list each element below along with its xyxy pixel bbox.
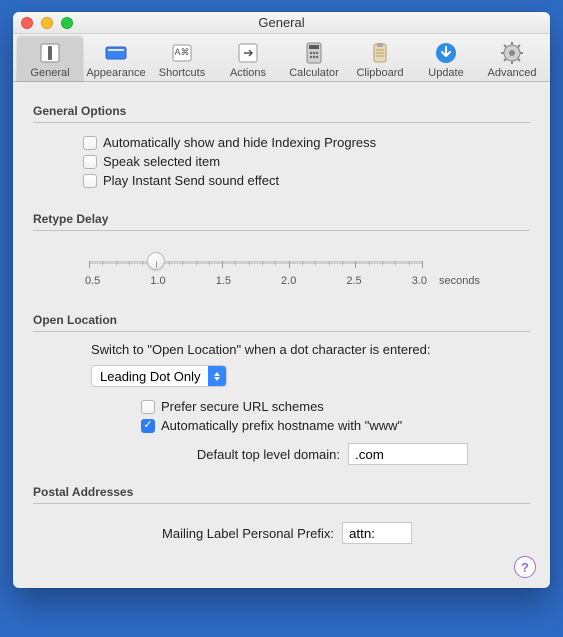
tab-label: Update [413, 67, 479, 79]
slider-ticks [89, 261, 423, 268]
tab-label: Appearance [83, 67, 149, 79]
slider-labels: 0.5 1.0 1.5 2.0 2.5 3.0 [83, 275, 429, 287]
tab-label: Shortcuts [149, 67, 215, 79]
help-button[interactable]: ? [514, 556, 536, 578]
actions-icon [215, 40, 281, 66]
tick-label: 0.5 [85, 275, 100, 287]
tab-shortcuts[interactable]: A⌘ Shortcuts [149, 36, 215, 81]
tab-appearance[interactable]: Appearance [83, 36, 149, 81]
divider [33, 230, 530, 231]
tab-label: General [17, 67, 83, 79]
tab-advanced[interactable]: Advanced [479, 36, 545, 81]
divider [33, 122, 530, 123]
tick-label: 2.0 [281, 275, 296, 287]
window-title: General [13, 15, 550, 30]
checkbox-instant-send-sound[interactable] [83, 174, 97, 188]
checkbox-indexing-progress[interactable] [83, 136, 97, 150]
tick-label: 1.0 [150, 275, 165, 287]
titlebar: General [13, 12, 550, 34]
appearance-icon [83, 40, 149, 66]
tab-update[interactable]: Update [413, 36, 479, 81]
section-general-options: General Options [33, 96, 530, 120]
tab-label: Clipboard [347, 67, 413, 79]
shortcuts-icon: A⌘ [149, 40, 215, 66]
preferences-toolbar: General Appearance A⌘ Shortcuts Actions … [13, 34, 550, 82]
select-value: Leading Dot Only [92, 369, 208, 384]
tick-label: 2.5 [346, 275, 361, 287]
mailing-prefix-label: Mailing Label Personal Prefix: [162, 526, 334, 541]
section-postal-addresses: Postal Addresses [33, 477, 530, 501]
calculator-icon [281, 40, 347, 66]
open-location-prompt: Switch to "Open Location" when a dot cha… [91, 342, 510, 357]
tab-calculator[interactable]: Calculator [281, 36, 347, 81]
checkbox-speak-selected[interactable] [83, 155, 97, 169]
tab-label: Actions [215, 67, 281, 79]
preferences-window: General General Appearance A⌘ Shortcuts … [13, 12, 550, 588]
tab-actions[interactable]: Actions [215, 36, 281, 81]
tick-label: 1.5 [216, 275, 231, 287]
clipboard-icon [347, 40, 413, 66]
tick-label: 3.0 [412, 275, 427, 287]
chevron-updown-icon [208, 365, 226, 387]
open-location-select[interactable]: Leading Dot Only [91, 365, 227, 387]
svg-text:A⌘: A⌘ [174, 47, 189, 57]
divider [33, 503, 530, 504]
checkbox-label: Play Instant Send sound effect [103, 173, 279, 188]
update-icon [413, 40, 479, 66]
mailing-prefix-input[interactable] [342, 522, 412, 544]
tld-label: Default top level domain: [197, 447, 340, 462]
section-open-location: Open Location [33, 305, 530, 329]
checkbox-prefix-www[interactable] [141, 419, 155, 433]
tab-clipboard[interactable]: Clipboard [347, 36, 413, 81]
gear-icon [479, 40, 545, 66]
divider [33, 331, 530, 332]
general-icon [17, 40, 83, 66]
checkbox-label: Speak selected item [103, 154, 220, 169]
checkbox-label: Automatically prefix hostname with "www" [161, 418, 402, 433]
tld-input[interactable] [348, 443, 468, 465]
checkbox-prefer-secure[interactable] [141, 400, 155, 414]
tab-label: Advanced [479, 67, 545, 79]
content-area: General Options Automatically show and h… [13, 82, 550, 588]
checkbox-label: Automatically show and hide Indexing Pro… [103, 135, 376, 150]
slider-unit: seconds [439, 275, 480, 287]
tab-label: Calculator [281, 67, 347, 79]
tab-general[interactable]: General [17, 36, 83, 81]
checkbox-label: Prefer secure URL schemes [161, 399, 324, 414]
section-retype-delay: Retype Delay [33, 204, 530, 228]
